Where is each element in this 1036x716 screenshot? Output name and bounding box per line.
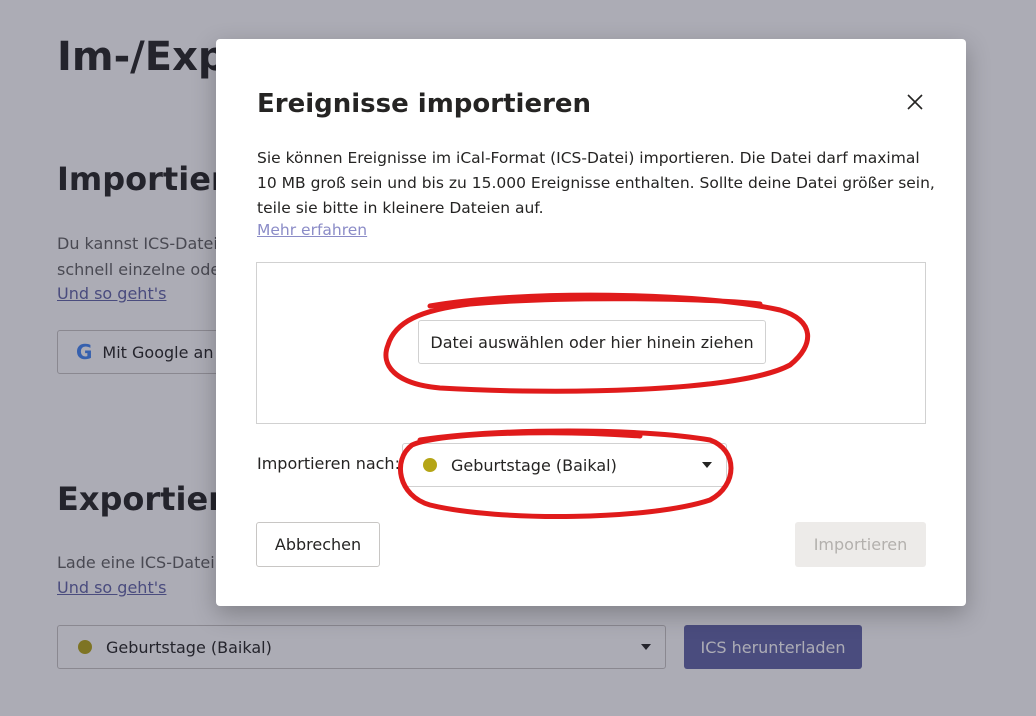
import-events-dialog: Ereignisse importieren Sie können Ereign…: [216, 39, 966, 606]
import-button: Importieren: [795, 522, 926, 567]
learn-more-link[interactable]: Mehr erfahren: [257, 221, 367, 239]
cancel-button[interactable]: Abbrechen: [256, 522, 380, 567]
close-icon[interactable]: [904, 91, 926, 113]
import-calendar-value: Geburtstage (Baikal): [451, 455, 617, 475]
file-drop-zone[interactable]: Datei auswählen oder hier hinein ziehen: [256, 262, 926, 424]
import-calendar-select[interactable]: Geburtstage (Baikal): [402, 443, 727, 487]
dialog-title: Ereignisse importieren: [257, 89, 592, 119]
chevron-down-icon: [702, 462, 712, 468]
import-to-label: Importieren nach:: [257, 454, 400, 473]
choose-file-button[interactable]: Datei auswählen oder hier hinein ziehen: [418, 320, 766, 364]
dialog-description: Sie können Ereignisse im iCal-Format (IC…: [257, 149, 935, 217]
calendar-color-dot: [423, 458, 437, 472]
